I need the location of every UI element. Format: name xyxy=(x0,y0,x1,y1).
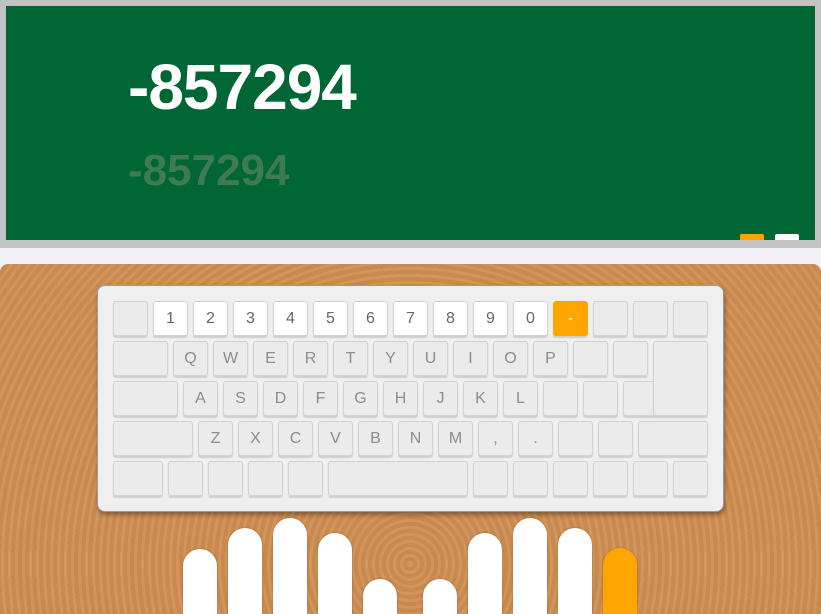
key-u[interactable]: U xyxy=(413,341,448,376)
key-blank[interactable] xyxy=(113,301,148,336)
chalkboard-frame: -857294 -857294 xyxy=(0,0,821,248)
key-w[interactable]: W xyxy=(213,341,248,376)
key-blank[interactable] xyxy=(113,461,163,496)
key-5[interactable]: 5 xyxy=(313,301,348,336)
key-blank[interactable] xyxy=(593,301,628,336)
key-enter[interactable] xyxy=(653,341,708,416)
key-blank[interactable] xyxy=(288,461,323,496)
left-middle-finger xyxy=(273,518,307,614)
key-3[interactable]: 3 xyxy=(233,301,268,336)
key-blank[interactable] xyxy=(113,381,178,416)
key-blank[interactable] xyxy=(473,461,508,496)
board-indicator-white xyxy=(775,234,799,240)
key-b[interactable]: B xyxy=(358,421,393,456)
key-blank[interactable] xyxy=(553,461,588,496)
key-i[interactable]: I xyxy=(453,341,488,376)
key-minus[interactable]: - xyxy=(553,301,588,336)
key-0[interactable]: 0 xyxy=(513,301,548,336)
right-thumb-finger xyxy=(423,579,457,614)
virtual-keyboard: 1234567890- QWERTYUIOP ASDFGHJKL ZXCVBNM,. xyxy=(97,285,724,512)
key-e[interactable]: E xyxy=(253,341,288,376)
right-pinky-finger xyxy=(603,548,637,614)
key-blank[interactable] xyxy=(613,341,648,376)
key-blank[interactable] xyxy=(673,461,708,496)
key-j[interactable]: J xyxy=(423,381,458,416)
key-1[interactable]: 1 xyxy=(153,301,188,336)
key-blank[interactable] xyxy=(113,341,168,376)
key-period[interactable]: . xyxy=(518,421,553,456)
key-blank[interactable] xyxy=(633,301,668,336)
key-q[interactable]: Q xyxy=(173,341,208,376)
key-9[interactable]: 9 xyxy=(473,301,508,336)
key-n[interactable]: N xyxy=(398,421,433,456)
key-blank[interactable] xyxy=(638,421,708,456)
key-blank[interactable] xyxy=(513,461,548,496)
key-blank[interactable] xyxy=(543,381,578,416)
key-comma[interactable]: , xyxy=(478,421,513,456)
key-y[interactable]: Y xyxy=(373,341,408,376)
key-r[interactable]: R xyxy=(293,341,328,376)
key-blank[interactable] xyxy=(593,461,628,496)
target-text: -857294 xyxy=(128,51,357,123)
key-o[interactable]: O xyxy=(493,341,528,376)
key-k[interactable]: K xyxy=(463,381,498,416)
key-t[interactable]: T xyxy=(333,341,368,376)
board-indicator-orange xyxy=(740,234,764,240)
key-blank[interactable] xyxy=(633,461,668,496)
left-ring-finger xyxy=(228,528,262,614)
typed-text: -857294 xyxy=(128,146,290,195)
key-blank[interactable] xyxy=(673,301,708,336)
key-z[interactable]: Z xyxy=(198,421,233,456)
key-blank[interactable] xyxy=(208,461,243,496)
key-blank[interactable] xyxy=(598,421,633,456)
left-index-finger xyxy=(318,533,352,614)
key-m[interactable]: M xyxy=(438,421,473,456)
right-middle-finger xyxy=(513,518,547,614)
key-blank[interactable] xyxy=(248,461,283,496)
chalkboard: -857294 -857294 xyxy=(6,6,815,240)
key-blank[interactable] xyxy=(328,461,468,496)
left-pinky-finger xyxy=(183,549,217,614)
key-6[interactable]: 6 xyxy=(353,301,388,336)
key-blank[interactable] xyxy=(583,381,618,416)
key-4[interactable]: 4 xyxy=(273,301,308,336)
key-l[interactable]: L xyxy=(503,381,538,416)
key-d[interactable]: D xyxy=(263,381,298,416)
key-s[interactable]: S xyxy=(223,381,258,416)
key-blank[interactable] xyxy=(558,421,593,456)
key-h[interactable]: H xyxy=(383,381,418,416)
key-blank[interactable] xyxy=(168,461,203,496)
key-v[interactable]: V xyxy=(318,421,353,456)
key-blank[interactable] xyxy=(113,421,193,456)
key-p[interactable]: P xyxy=(533,341,568,376)
key-x[interactable]: X xyxy=(238,421,273,456)
key-a[interactable]: A xyxy=(183,381,218,416)
key-8[interactable]: 8 xyxy=(433,301,468,336)
key-g[interactable]: G xyxy=(343,381,378,416)
key-7[interactable]: 7 xyxy=(393,301,428,336)
right-ring-finger xyxy=(558,528,592,614)
right-index-finger xyxy=(468,533,502,614)
key-f[interactable]: F xyxy=(303,381,338,416)
key-c[interactable]: C xyxy=(278,421,313,456)
left-thumb-finger xyxy=(363,579,397,614)
key-blank[interactable] xyxy=(573,341,608,376)
key-2[interactable]: 2 xyxy=(193,301,228,336)
